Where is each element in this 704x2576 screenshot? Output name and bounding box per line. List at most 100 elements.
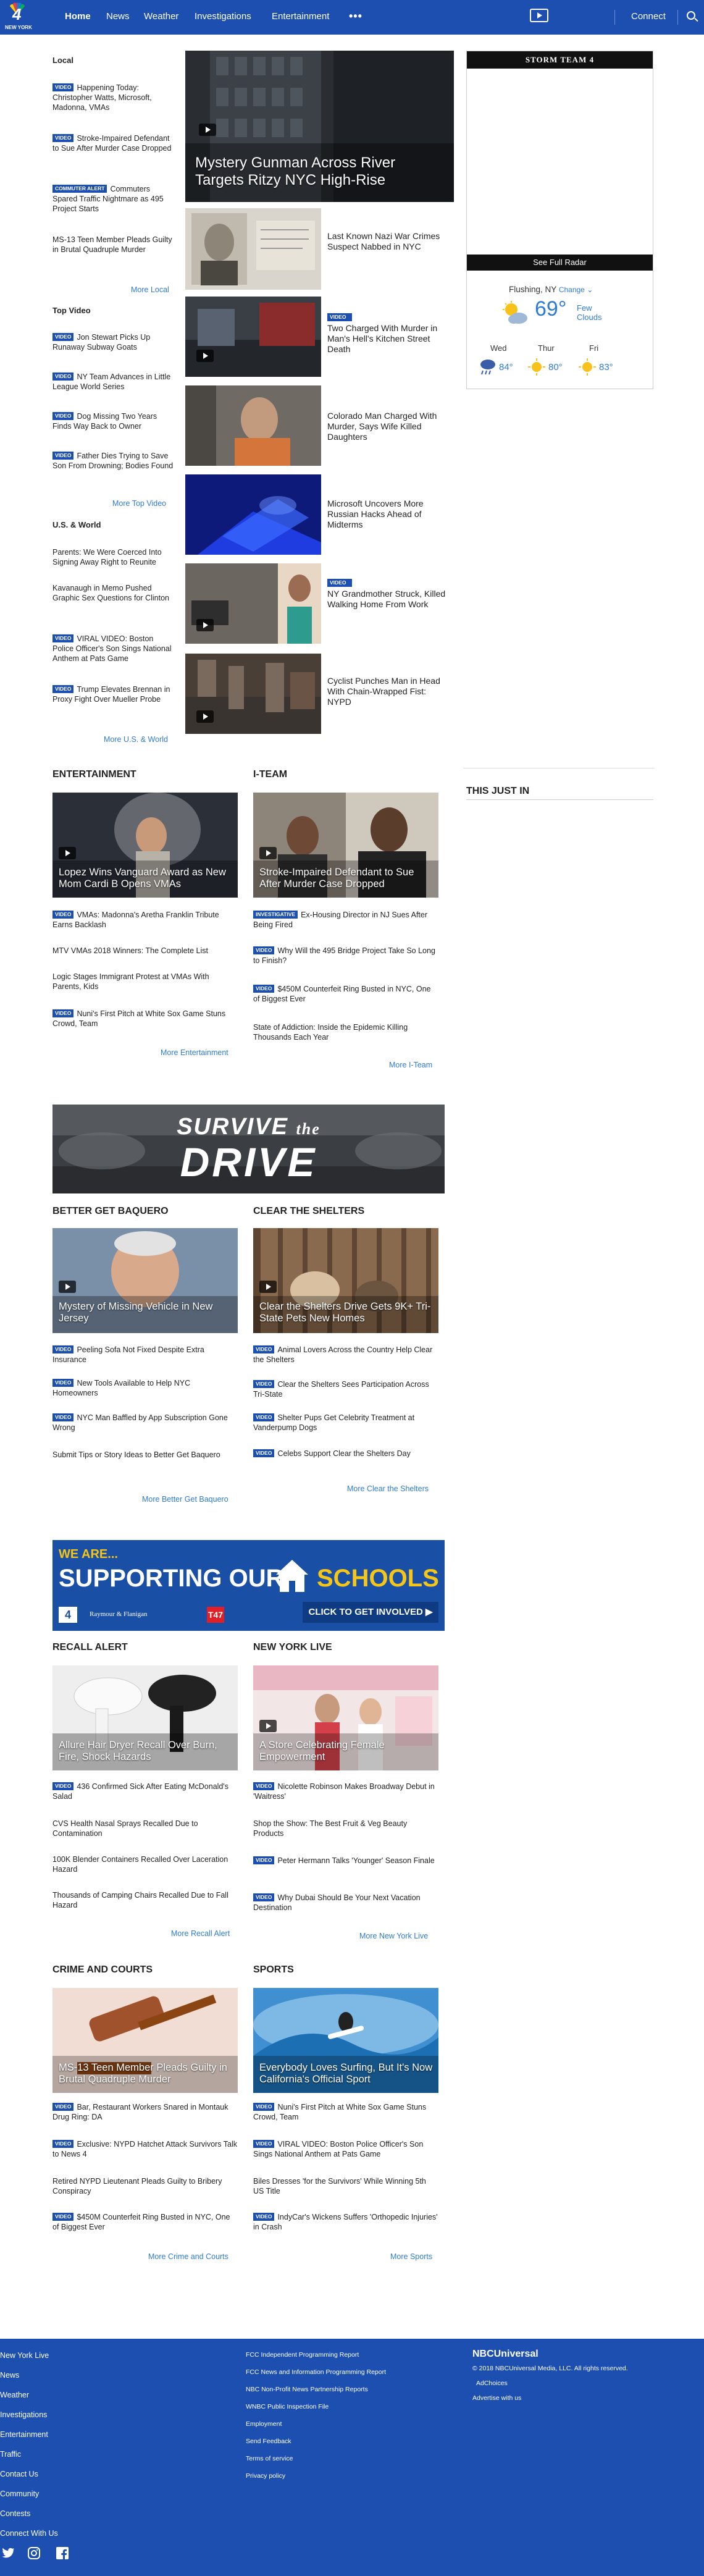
entertainment-lead[interactable]: Lopez Wins Vanguard Award as New Mom Car…	[52, 793, 238, 898]
side-story-image[interactable]	[185, 654, 321, 734]
get-involved-button[interactable]: CLICK TO GET INVOLVED ▶	[303, 1602, 438, 1623]
recall-item[interactable]: Thousands of Camping Chairs Recalled Due…	[52, 1890, 238, 1910]
iteam-item[interactable]: VIDEO $450M Counterfeit Ring Busted in NY…	[253, 984, 438, 1004]
play-icon[interactable]	[59, 1281, 76, 1293]
more-nylive-link[interactable]: More New York Live	[359, 1932, 428, 1940]
footer-link[interactable]: New York Live	[0, 2351, 49, 2360]
nylive-lead[interactable]: A Store Celebrating Female Empowerment	[253, 1665, 438, 1770]
recall-lead[interactable]: Allure Hair Dryer Recall Over Burn, Fire…	[52, 1665, 238, 1770]
more-shelters-link[interactable]: More Clear the Shelters	[347, 1484, 429, 1493]
side-story-image[interactable]	[185, 563, 321, 644]
iteam-item[interactable]: INVESTIGATIVE Ex-Housing Director in NJ S…	[253, 910, 438, 930]
local-item[interactable]: VIDEO Happening Today: Christopher Watts,…	[52, 83, 176, 112]
footer-link[interactable]: Investigations	[0, 2410, 47, 2419]
footer-link[interactable]: Weather	[0, 2391, 29, 2399]
side-story-image[interactable]	[185, 474, 321, 555]
more-nav-button[interactable]: •••	[349, 10, 362, 23]
crime-item[interactable]: VIDEO $450M Counterfeit Ring Busted in NY…	[52, 2212, 238, 2232]
footer-link[interactable]: News	[0, 2371, 19, 2380]
shelters-lead[interactable]: Clear the Shelters Drive Gets 9K+ Tri-St…	[253, 1228, 438, 1333]
sports-item[interactable]: VIDEO IndyCar's Wickens Suffers 'Orthoped…	[253, 2212, 438, 2232]
footer-link[interactable]: Send Feedback	[246, 2438, 291, 2445]
recall-item[interactable]: VIDEO 436 Confirmed Sick After Eating McD…	[52, 1782, 238, 1801]
sports-lead[interactable]: Everybody Loves Surfing, But It's Now Ca…	[253, 1988, 438, 2093]
side-story[interactable]: Last Known Nazi War Crimes Suspect Nabbe…	[327, 231, 451, 252]
more-us-world-link[interactable]: More U.S. & World	[104, 735, 168, 744]
footer-link[interactable]: Traffic	[0, 2450, 21, 2459]
side-story[interactable]: Colorado Man Charged With Murder, Says W…	[327, 411, 451, 442]
side-story[interactable]: Microsoft Uncovers More Russian Hacks Ah…	[327, 499, 451, 530]
us-world-item[interactable]: Kavanaugh in Memo Pushed Graphic Sex Que…	[52, 583, 176, 603]
top-video-item[interactable]: VIDEO NY Team Advances in Little League W…	[52, 372, 176, 392]
footer-link[interactable]: FCC Independent Programming Report	[246, 2351, 359, 2359]
side-story-image[interactable]	[185, 385, 321, 466]
more-sports-link[interactable]: More Sports	[390, 2252, 432, 2261]
more-iteam-link[interactable]: More I-Team	[389, 1061, 432, 1069]
nylive-item[interactable]: VIDEO Peter Hermann Talks 'Younger' Seaso…	[253, 1856, 438, 1866]
footer-link[interactable]: WNBC Public Inspection File	[246, 2403, 329, 2410]
baquero-lead[interactable]: Mystery of Missing Vehicle in New Jersey	[52, 1228, 238, 1333]
shelters-item[interactable]: VIDEO Shelter Pups Get Celebrity Treatmen…	[253, 1413, 438, 1433]
top-video-item[interactable]: VIDEO Jon Stewart Picks Up Runaway Subway…	[52, 332, 176, 352]
play-icon[interactable]	[196, 350, 214, 362]
crime-item[interactable]: Retired NYPD Lieutenant Pleads Guilty to…	[52, 2176, 238, 2196]
entertainment-item[interactable]: VIDEO Nuni's First Pitch at White Sox Gam…	[52, 1009, 238, 1029]
change-location-link[interactable]: Change	[559, 285, 585, 294]
tv-icon[interactable]	[530, 9, 548, 22]
entertainment-item[interactable]: MTV VMAs 2018 Winners: The Complete List	[52, 946, 238, 956]
sports-item[interactable]: VIDEO VIRAL VIDEO: Boston Police Officer'…	[253, 2139, 438, 2159]
chevron-down-icon[interactable]: ⌄	[585, 285, 593, 294]
advertise-link[interactable]: Advertise with us	[472, 2394, 521, 2402]
side-story[interactable]: VIDEO Two Charged With Murder in Man's He…	[327, 313, 451, 355]
entertainment-item[interactable]: Logic Stages Immigrant Protest at VMAs W…	[52, 972, 238, 991]
footer-link[interactable]: Employment	[246, 2420, 282, 2428]
search-icon[interactable]	[687, 11, 695, 20]
baquero-item[interactable]: VIDEO Peeling Sofa Not Fixed Despite Extr…	[52, 1345, 238, 1365]
footer-link[interactable]: Privacy policy	[246, 2472, 285, 2480]
footer-link[interactable]: Contact Us	[0, 2470, 38, 2478]
shelters-item[interactable]: VIDEO Animal Lovers Across the Country He…	[253, 1345, 438, 1365]
survive-the-drive-banner[interactable]: SURVIVE the DRIVE	[52, 1105, 445, 1193]
baquero-item[interactable]: VIDEO New Tools Available to Help NYC Hom…	[52, 1378, 238, 1398]
play-icon[interactable]	[196, 619, 214, 631]
recall-item[interactable]: CVS Health Nasal Sprays Recalled Due to …	[52, 1819, 238, 1838]
more-top-video-link[interactable]: More Top Video	[112, 499, 166, 508]
footer-link[interactable]: Contests	[0, 2509, 30, 2518]
play-icon[interactable]	[199, 124, 216, 136]
crime-lead[interactable]: MS-13 Teen Member Pleads Guilty in Bruta…	[52, 1988, 238, 2093]
instagram-icon[interactable]	[27, 2546, 41, 2560]
iteam-item[interactable]: State of Addiction: Inside the Epidemic …	[253, 1022, 438, 1042]
side-story-image[interactable]	[185, 208, 321, 290]
more-crime-link[interactable]: More Crime and Courts	[148, 2252, 228, 2261]
side-story[interactable]: VIDEO NY Grandmother Struck, Killed Walki…	[327, 579, 451, 610]
nav-news[interactable]: News	[106, 11, 130, 22]
supporting-schools-banner[interactable]: WE ARE... SUPPORTING OUR SCHOOLS 4 Raymo…	[52, 1540, 445, 1631]
entertainment-item[interactable]: VIDEO VMAs: Madonna's Aretha Franklin Tri…	[52, 910, 238, 930]
nylive-item[interactable]: VIDEO Why Dubai Should Be Your Next Vacat…	[253, 1893, 438, 1913]
iteam-lead[interactable]: Stroke-Impaired Defendant to Sue After M…	[253, 793, 438, 898]
play-icon[interactable]	[259, 1281, 277, 1293]
nav-entertainment[interactable]: Entertainment	[272, 11, 329, 22]
nylive-item[interactable]: Shop the Show: The Best Fruit & Veg Beau…	[253, 1819, 438, 1838]
more-local-link[interactable]: More Local	[131, 285, 169, 294]
more-baquero-link[interactable]: More Better Get Baquero	[142, 1495, 228, 1504]
top-video-item[interactable]: VIDEO Father Dies Trying to Save Son From…	[52, 451, 176, 471]
see-full-radar-button[interactable]: See Full Radar	[467, 255, 653, 271]
local-item[interactable]: VIDEO Stroke-Impaired Defendant to Sue Af…	[52, 133, 176, 153]
nav-investigations[interactable]: Investigations	[195, 11, 251, 22]
radar-map[interactable]	[467, 69, 653, 255]
facebook-icon[interactable]	[56, 2546, 69, 2560]
twitter-icon[interactable]	[1, 2546, 15, 2560]
sports-item[interactable]: Biles Dresses 'for the Survivors' While …	[253, 2176, 438, 2196]
nav-weather[interactable]: Weather	[144, 11, 178, 22]
shelters-item[interactable]: VIDEO Clear the Shelters Sees Participati…	[253, 1379, 438, 1399]
us-world-item[interactable]: VIDEO Trump Elevates Brennan in Proxy Fig…	[52, 684, 176, 704]
connect-link[interactable]: Connect	[631, 11, 666, 22]
footer-link[interactable]: Connect With Us	[0, 2529, 58, 2538]
us-world-item[interactable]: VIDEO VIRAL VIDEO: Boston Police Officer'…	[52, 634, 176, 663]
crime-item[interactable]: VIDEO Exclusive: NYPD Hatchet Attack Surv…	[52, 2139, 238, 2159]
adchoices-link[interactable]: AdChoices	[476, 2380, 508, 2387]
side-story[interactable]: Cyclist Punches Man in Head With Chain-W…	[327, 676, 451, 707]
iteam-item[interactable]: VIDEO Why Will the 495 Bridge Project Tak…	[253, 946, 438, 966]
local-item[interactable]: MS-13 Teen Member Pleads Guilty in Bruta…	[52, 235, 176, 255]
